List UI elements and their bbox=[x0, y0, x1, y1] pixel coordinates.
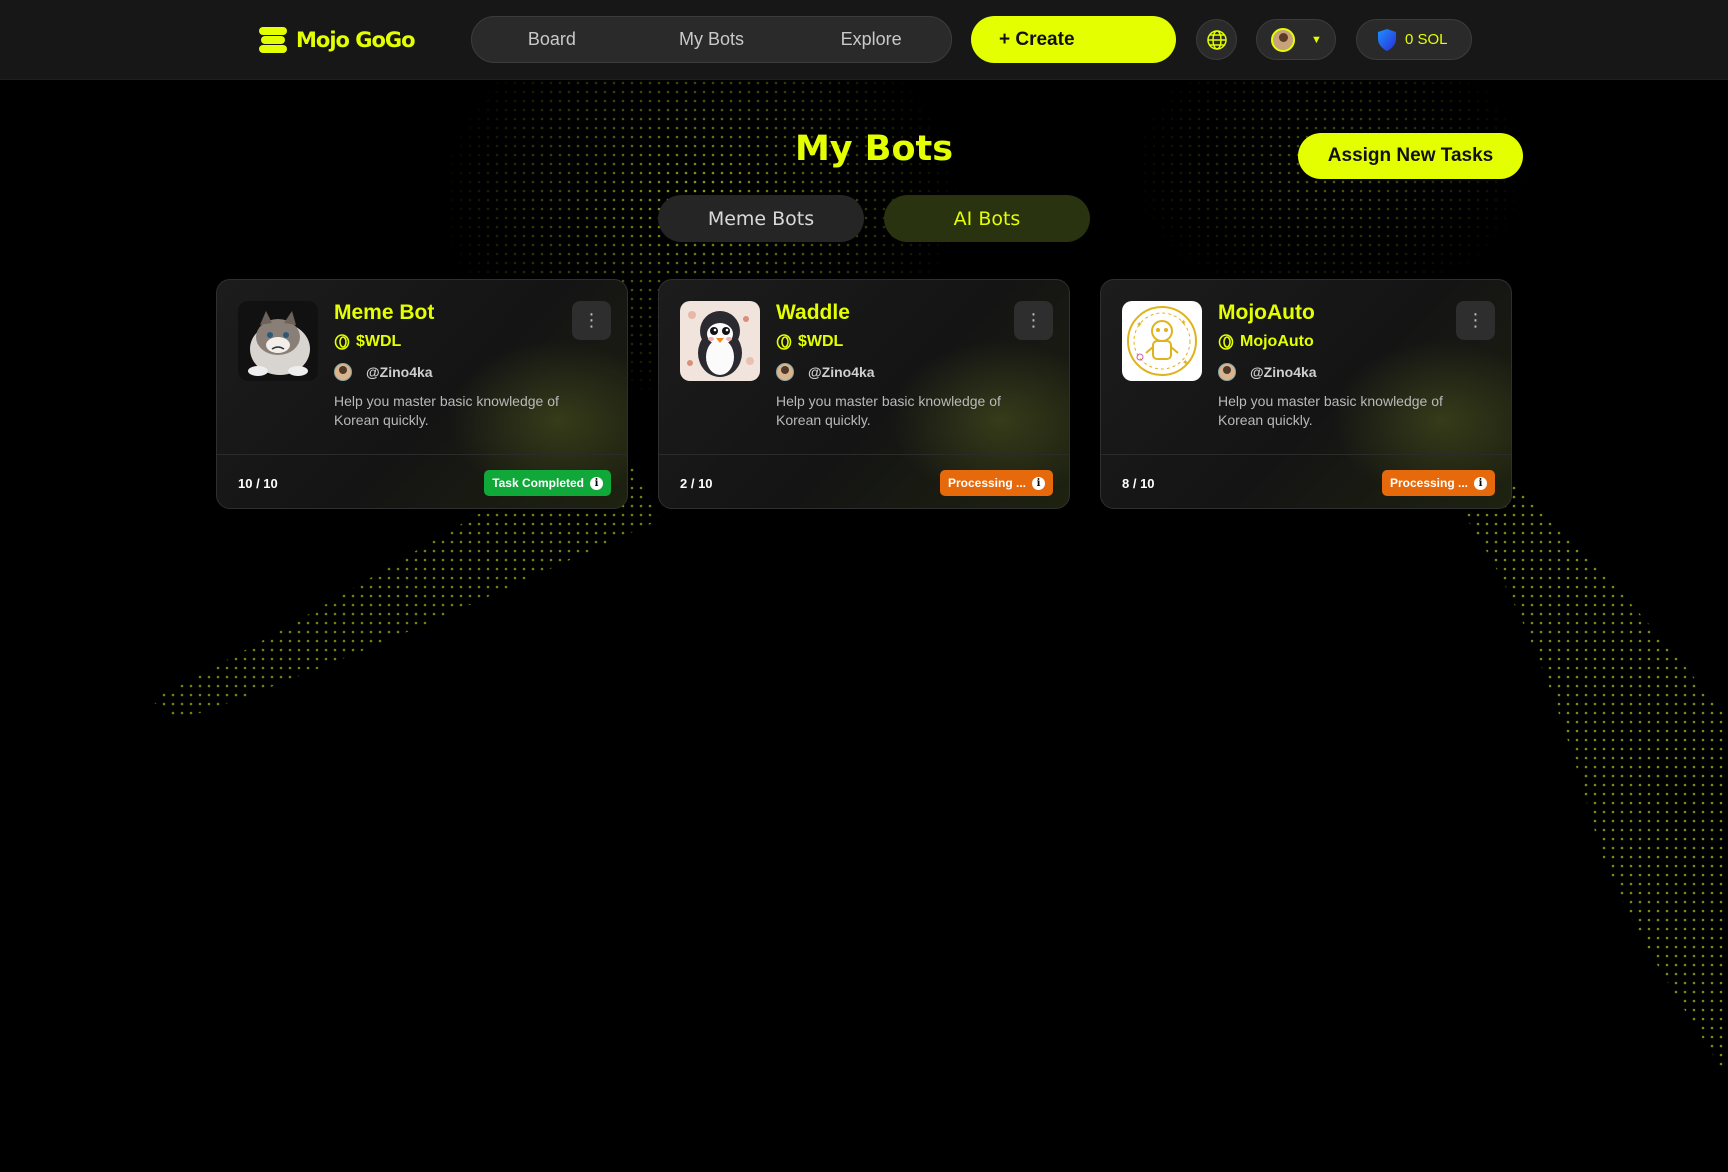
author-row: @Zino4ka bbox=[1218, 363, 1317, 381]
account-menu-button[interactable]: ▼ bbox=[1256, 19, 1336, 60]
status-badge[interactable]: Task Completed i bbox=[484, 470, 611, 496]
shield-icon bbox=[1378, 28, 1396, 51]
logo[interactable]: Mojo GoGo bbox=[258, 24, 416, 56]
info-icon: i bbox=[1032, 476, 1045, 490]
bot-card[interactable]: Waddle $WDL @Zino4ka Help you master bas… bbox=[658, 279, 1070, 509]
bot-description: Help you master basic knowledge of Korea… bbox=[1218, 393, 1443, 428]
nav-board[interactable]: Board bbox=[472, 29, 632, 50]
more-vertical-icon: ⋮ bbox=[582, 310, 601, 330]
author-avatar bbox=[776, 363, 794, 381]
status-badge[interactable]: Processing ... i bbox=[1381, 470, 1495, 496]
nav-my-bots[interactable]: My Bots bbox=[632, 29, 792, 50]
token-symbol: MojoAuto bbox=[1240, 333, 1314, 350]
bot-description: Help you master basic knowledge of Korea… bbox=[776, 393, 1001, 428]
divider bbox=[659, 454, 1069, 455]
task-progress: 2 / 10 bbox=[680, 476, 713, 491]
token-row: $WDL bbox=[334, 333, 401, 351]
coin-icon bbox=[334, 334, 350, 350]
info-icon: i bbox=[1474, 476, 1487, 490]
token-row: $WDL bbox=[776, 333, 843, 351]
main-nav: Board My Bots Explore bbox=[471, 16, 952, 63]
svg-text:✦: ✦ bbox=[1182, 358, 1189, 367]
wallet-button[interactable]: 0 SOL bbox=[1356, 19, 1472, 60]
bot-name: Waddle bbox=[776, 301, 850, 324]
more-vertical-icon: ⋮ bbox=[1024, 310, 1043, 330]
author-handle[interactable]: @Zino4ka bbox=[366, 364, 433, 380]
task-progress: 10 / 10 bbox=[238, 476, 278, 491]
more-options-button[interactable]: ⋮ bbox=[1456, 301, 1495, 340]
bot-thumbnail: ✦ ✦ ✦ bbox=[1122, 301, 1202, 381]
more-options-button[interactable]: ⋮ bbox=[1014, 301, 1053, 340]
more-options-button[interactable]: ⋮ bbox=[572, 301, 611, 340]
divider bbox=[217, 454, 627, 455]
status-label: Processing ... bbox=[947, 476, 1026, 490]
bot-description: Help you master basic knowledge of Korea… bbox=[334, 393, 559, 428]
bot-name: MojoAuto bbox=[1218, 301, 1315, 324]
bot-card[interactable]: ✦ ✦ ✦ MojoAuto MojoAuto @Zino4ka Help yo… bbox=[1100, 279, 1512, 509]
bot-thumbnail bbox=[238, 301, 318, 381]
status-badge[interactable]: Processing ... i bbox=[939, 470, 1053, 496]
task-progress: 8 / 10 bbox=[1122, 476, 1155, 491]
nav-explore[interactable]: Explore bbox=[791, 29, 951, 50]
avatar bbox=[1271, 27, 1295, 52]
grumpy-cat-image bbox=[238, 301, 318, 381]
create-button[interactable]: + Create bbox=[971, 16, 1176, 63]
coin-icon bbox=[776, 334, 792, 350]
top-navigation-bar: Mojo GoGo Board My Bots Explore + Create… bbox=[0, 0, 1728, 80]
bot-name: Meme Bot bbox=[334, 301, 435, 324]
logo-icon bbox=[259, 27, 287, 53]
tab-ai-bots[interactable]: AI Bots bbox=[884, 195, 1090, 242]
svg-text:✦: ✦ bbox=[1180, 318, 1187, 327]
token-symbol: $WDL bbox=[798, 333, 844, 350]
author-row: @Zino4ka bbox=[776, 363, 875, 381]
author-avatar bbox=[1218, 363, 1236, 381]
author-handle[interactable]: @Zino4ka bbox=[808, 364, 875, 380]
wallet-balance: 0 SOL bbox=[1405, 31, 1448, 48]
more-vertical-icon: ⋮ bbox=[1466, 310, 1485, 330]
language-button[interactable] bbox=[1196, 19, 1237, 60]
info-icon: i bbox=[590, 476, 603, 490]
status-label: Task Completed bbox=[492, 476, 584, 490]
author-row: @Zino4ka bbox=[334, 363, 433, 381]
chevron-down-icon: ▼ bbox=[1311, 33, 1322, 46]
author-handle[interactable]: @Zino4ka bbox=[1250, 364, 1317, 380]
globe-icon bbox=[1206, 29, 1227, 50]
token-symbol: $WDL bbox=[356, 333, 402, 350]
mojo-robot-image: ✦ ✦ ✦ bbox=[1122, 301, 1202, 381]
divider bbox=[1101, 454, 1511, 455]
logo-text: Mojo GoGo bbox=[296, 28, 416, 52]
bot-card[interactable]: Meme Bot $WDL @Zino4ka Help you master b… bbox=[216, 279, 628, 509]
coin-icon bbox=[1218, 334, 1234, 350]
status-label: Processing ... bbox=[1389, 476, 1468, 490]
svg-text:✦: ✦ bbox=[1136, 320, 1143, 329]
assign-new-tasks-button[interactable]: Assign New Tasks bbox=[1298, 133, 1523, 179]
token-row: MojoAuto bbox=[1218, 333, 1314, 351]
tab-meme-bots[interactable]: Meme Bots bbox=[658, 195, 864, 242]
penguin-image bbox=[680, 301, 760, 381]
bot-thumbnail bbox=[680, 301, 760, 381]
author-avatar bbox=[334, 363, 352, 381]
